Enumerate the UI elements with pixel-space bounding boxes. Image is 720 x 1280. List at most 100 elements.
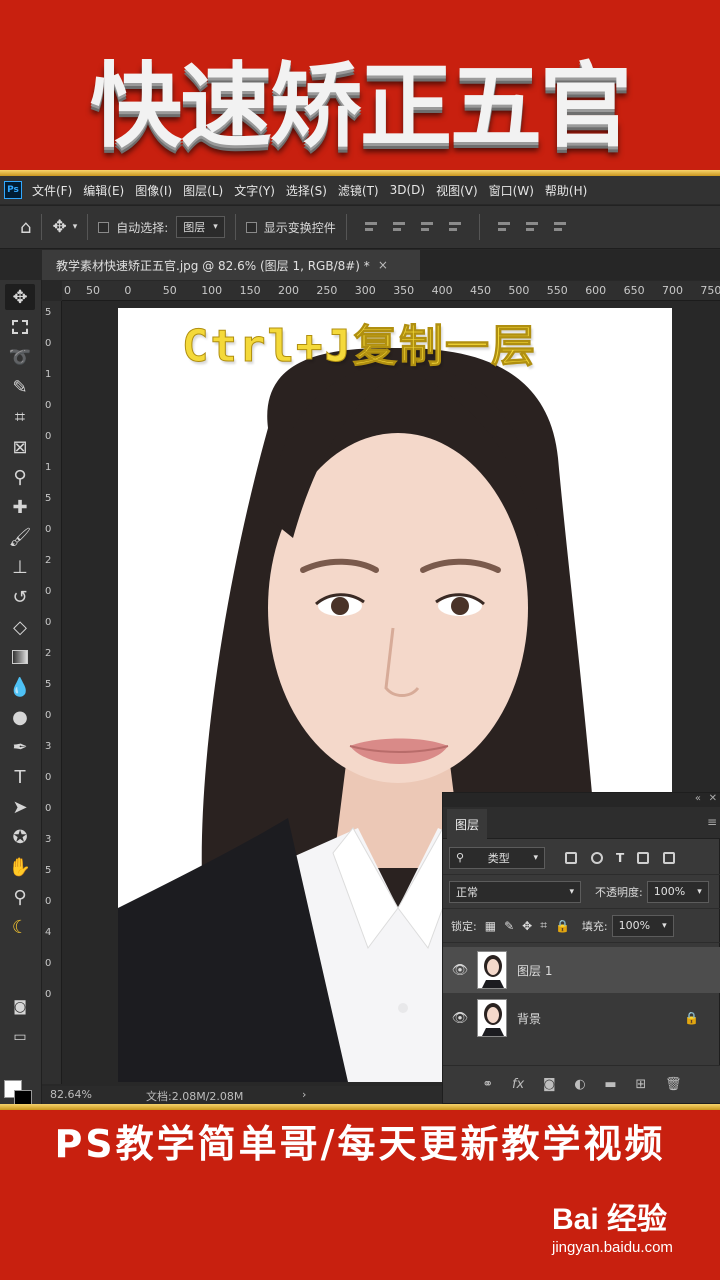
menu-file[interactable]: 文件(F) — [32, 182, 72, 199]
filter-shape-icon[interactable] — [637, 851, 650, 864]
visibility-eye-icon[interactable]: 👁 — [443, 963, 477, 978]
ruler-tick-label: 5 — [45, 307, 52, 318]
lasso-tool-icon[interactable]: ➰ — [5, 344, 35, 370]
gradient-tool-icon[interactable] — [5, 644, 35, 670]
layer-row-background[interactable]: 👁 背景 🔒 — [443, 995, 720, 1041]
ruler-tick-label: 3 — [45, 741, 52, 752]
filter-pixel-icon[interactable] — [565, 851, 577, 864]
menu-filter[interactable]: 滤镜(T) — [338, 182, 379, 199]
trash-icon[interactable]: 🗑 — [665, 1077, 682, 1092]
type-tool-icon[interactable]: T — [5, 764, 35, 790]
healing-brush-tool-icon[interactable]: ✚ — [5, 494, 35, 520]
menu-type[interactable]: 文字(Y) — [234, 182, 275, 199]
close-icon[interactable]: ✕ — [709, 793, 717, 804]
chevron-right-icon[interactable]: › — [302, 1088, 306, 1101]
align-middle-icon[interactable] — [525, 220, 539, 234]
opacity-input[interactable]: 100% ▾ — [646, 880, 709, 903]
menu-help[interactable]: 帮助(H) — [545, 182, 587, 199]
zoom-level[interactable]: 82.64% — [50, 1088, 92, 1101]
photoshop-window: Ps 文件(F) 编辑(E) 图像(I) 图层(L) 文字(Y) 选择(S) 滤… — [0, 176, 720, 1104]
lock-all-icon[interactable]: 🔒 — [555, 919, 570, 933]
eraser-tool-icon[interactable]: ◇ — [5, 614, 35, 640]
collapse-icon[interactable]: « — [695, 793, 701, 804]
adjustment-icon[interactable]: ◐ — [574, 1077, 585, 1092]
ruler-tick-label: 5 — [45, 493, 52, 504]
align-top-icon[interactable] — [497, 220, 511, 234]
ruler-tick-label: 0 — [45, 772, 52, 783]
zoom-tool-icon[interactable]: ⚲ — [5, 884, 35, 910]
dodge-tool-icon[interactable]: ● — [5, 704, 35, 730]
path-select-tool-icon[interactable]: ➤ — [5, 794, 35, 820]
visibility-eye-icon[interactable]: 👁 — [443, 1011, 477, 1026]
quick-mask-icon[interactable]: ◙ — [5, 994, 35, 1020]
chevron-down-icon: ▾ — [533, 852, 538, 863]
move-tool-icon[interactable]: ✥ — [5, 284, 35, 310]
tab-layers[interactable]: 图层 — [447, 809, 487, 839]
marquee-tool-icon[interactable] — [5, 314, 35, 340]
fill-input[interactable]: 100% ▾ — [611, 914, 674, 937]
ruler-tick-label: 250 — [316, 284, 338, 297]
align-left-icon[interactable] — [364, 220, 378, 234]
crop-tool-icon[interactable]: ⌗ — [5, 404, 35, 430]
history-brush-tool-icon[interactable]: ↺ — [5, 584, 35, 610]
close-icon[interactable]: × — [378, 258, 388, 272]
align-bottom-icon[interactable] — [553, 220, 567, 234]
layer-thumbnail — [477, 999, 507, 1037]
filter-type-icon[interactable]: T — [616, 851, 624, 865]
menu-image[interactable]: 图像(I) — [135, 182, 172, 199]
align-right-icon[interactable] — [420, 220, 434, 234]
divider — [41, 214, 43, 240]
panel-header: « ✕ — [443, 793, 720, 807]
auto-select-checkbox[interactable] — [98, 221, 110, 233]
menu-edit[interactable]: 编辑(E) — [83, 182, 124, 199]
frame-tool-icon[interactable]: ⊠ — [5, 434, 35, 460]
auto-select-label: 自动选择: — [116, 220, 169, 235]
new-layer-icon[interactable]: ⊞ — [635, 1077, 646, 1092]
layers-panel-footer: ⚭ fx ◙ ◐ ▬ ⊞ 🗑 — [443, 1065, 720, 1103]
eyedropper-tool-icon[interactable]: ⚲ — [5, 464, 35, 490]
show-transform-checkbox[interactable] — [245, 221, 257, 233]
filter-kind-dropdown[interactable]: ⚲ 类型 ▾ — [449, 846, 545, 869]
tool-bar: ✥ ➰ ✎ ⌗ ⊠ ⚲ ✚ 🖌 ⊥ ↺ ◇ 💧 ● ✒ T ➤ ✪ ✋ ⚲ ☾ … — [0, 280, 42, 1104]
menu-layer[interactable]: 图层(L) — [183, 182, 223, 199]
background-color-swatch[interactable] — [14, 1090, 32, 1104]
ruler-tick-label: 0 — [45, 431, 52, 442]
link-icon[interactable]: ⚭ — [482, 1077, 493, 1092]
quick-select-tool-icon[interactable]: ✎ — [5, 374, 35, 400]
auto-select-dropdown[interactable]: 图层 ▾ — [176, 216, 225, 238]
chevron-down-icon[interactable]: ▾ — [73, 222, 78, 232]
shape-tool-icon[interactable]: ✪ — [5, 824, 35, 850]
screen-mode-icon[interactable]: ▭ — [5, 1024, 35, 1050]
menu-3d[interactable]: 3D(D) — [390, 183, 425, 197]
brush-tool-icon[interactable]: 🖌 — [5, 524, 35, 550]
lock-transparent-icon[interactable]: ▦ — [485, 919, 496, 933]
filter-adjustment-icon[interactable] — [591, 851, 603, 864]
align-center-icon[interactable] — [392, 220, 406, 234]
hand-tool-icon[interactable]: ✋ — [5, 854, 35, 880]
home-icon[interactable]: ⌂ — [20, 217, 31, 238]
blend-mode-dropdown[interactable]: 正常 ▾ — [449, 880, 581, 903]
mask-icon[interactable]: ◙ — [543, 1077, 556, 1092]
canvas-caption: Ctrl+J复制一层 — [182, 321, 537, 373]
layer-row-layer1[interactable]: 👁 图层 1 — [443, 947, 720, 993]
ruler-tick-label: 0 — [45, 989, 52, 1000]
lock-paint-icon[interactable]: ✎ — [504, 919, 514, 933]
menu-view[interactable]: 视图(V) — [436, 182, 478, 199]
menu-select[interactable]: 选择(S) — [286, 182, 327, 199]
distribute-icon[interactable] — [448, 220, 462, 234]
pen-tool-icon[interactable]: ✒ — [5, 734, 35, 760]
menu-window[interactable]: 窗口(W) — [489, 182, 534, 199]
lock-icon[interactable]: 🔒 — [684, 1011, 699, 1025]
blur-tool-icon[interactable]: 💧 — [5, 674, 35, 700]
clone-stamp-tool-icon[interactable]: ⊥ — [5, 554, 35, 580]
lock-artboard-icon[interactable]: ⌗ — [540, 918, 547, 933]
filter-smart-object-icon[interactable] — [663, 851, 676, 864]
document-tab[interactable]: 教学素材快速矫正五官.jpg @ 82.6% (图层 1, RGB/8#) * … — [42, 250, 420, 280]
folder-icon[interactable]: ▬ — [604, 1077, 616, 1092]
move-tool-icon[interactable]: ✥ — [52, 217, 66, 237]
panel-menu-icon[interactable]: ≡ — [707, 815, 717, 829]
fx-icon[interactable]: fx — [512, 1077, 524, 1092]
lock-position-icon[interactable]: ✥ — [522, 919, 532, 933]
banana-icon[interactable]: ☾ — [5, 914, 35, 940]
ruler-tick-label: 5 — [45, 679, 52, 690]
